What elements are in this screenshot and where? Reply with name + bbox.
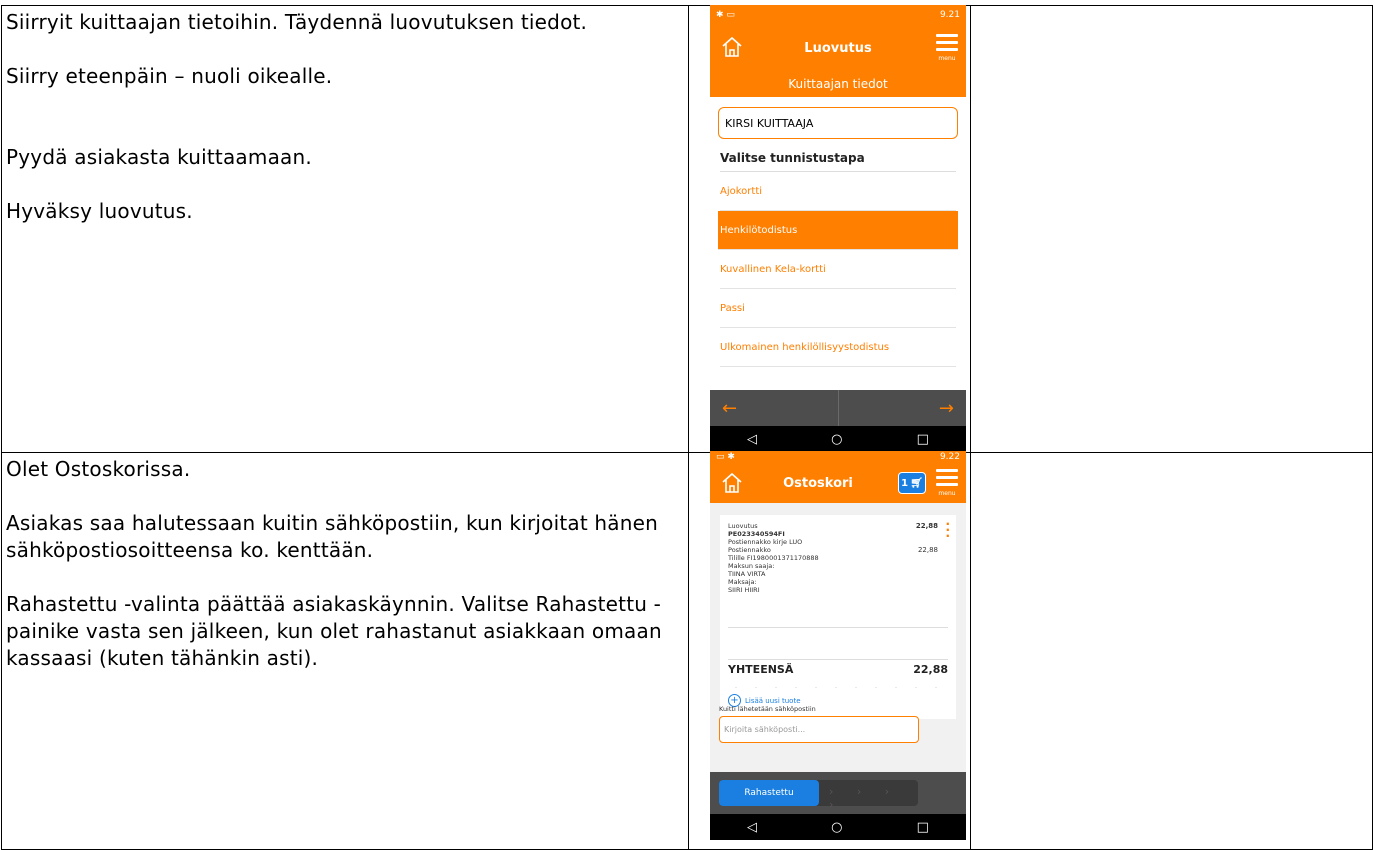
- system-home-icon[interactable]: ○: [831, 820, 842, 835]
- total-value: 22,88: [913, 663, 948, 676]
- instruction-text: Olet Ostoskorissa.: [6, 457, 191, 481]
- page-title: Luovutus: [804, 40, 872, 56]
- menu-label: menu: [938, 490, 956, 497]
- screenshot-cell-1: ✱ ▭ 9.21 Luovutus menu Kuittaajan tiedot…: [688, 5, 971, 453]
- section-header: Kuittaajan tiedot: [710, 71, 966, 97]
- system-recents-icon[interactable]: □: [917, 820, 929, 835]
- arrow-right-icon[interactable]: →: [839, 390, 967, 426]
- instruction-row-1: Siirryit kuittaajan tietoihin. Täydennä …: [1, 5, 1373, 453]
- system-recents-icon[interactable]: □: [917, 432, 929, 447]
- status-time: 9.22: [939, 452, 960, 462]
- screenshot-cell-2: ▭ ✱ 9.22 Ostoskori 1 🛒︎ menu Luovutus PE…: [688, 451, 971, 850]
- status-bar: ▭ ✱ 9.22: [710, 451, 966, 463]
- id-option-kela-kortti[interactable]: Kuvallinen Kela-kortti: [720, 250, 956, 289]
- menu-label: menu: [938, 55, 956, 62]
- system-navigation: ◁ ○ □: [710, 814, 966, 840]
- receipt-line: Postiennakko: [728, 546, 771, 554]
- receipt-line: Postiennakko kirje LUO: [728, 538, 803, 546]
- receipt-line: PE023340594FI: [728, 530, 785, 538]
- home-icon[interactable]: [720, 35, 744, 59]
- instruction-text: Hyväksy luovutus.: [6, 199, 193, 223]
- instruction-text: Pyydä asiakasta kuittaamaan.: [6, 145, 312, 169]
- instruction-text: Rahastettu -valinta päättää asiakaskäynn…: [6, 592, 662, 670]
- cart-count: 1: [901, 477, 909, 489]
- signer-name-field[interactable]: KIRSI KUITTAAJA: [718, 107, 958, 139]
- home-icon[interactable]: [720, 471, 744, 495]
- receipt-torn-edge: [720, 685, 956, 695]
- empty-cell-1: [970, 5, 1373, 453]
- instruction-cell-2: Olet Ostoskorissa. Asiakas saa halutessa…: [1, 452, 689, 850]
- hamburger-menu-icon[interactable]: menu: [936, 469, 958, 497]
- system-home-icon[interactable]: ○: [831, 432, 842, 447]
- page-title: Ostoskori: [783, 475, 853, 491]
- rahastettu-button[interactable]: Rahastettu: [719, 780, 819, 806]
- receipt-line: Tilille FI1980001371170888: [728, 554, 819, 562]
- payment-bar: Rahastettu › › › ›: [710, 772, 966, 814]
- system-navigation: ◁ ○ □: [710, 426, 966, 452]
- step-navigation: ← →: [710, 390, 966, 426]
- instruction-text: Siirryit kuittaajan tietoihin. Täydennä …: [6, 10, 588, 34]
- instruction-text: Asiakas saa halutessaan kuitin sähköpost…: [6, 511, 659, 562]
- status-icons: ✱ ▭: [716, 10, 735, 20]
- email-input[interactable]: Kirjoita sähköposti...: [719, 716, 919, 743]
- receipt-line: Maksaja:: [728, 578, 757, 586]
- app-bar: Luovutus menu: [710, 25, 966, 71]
- id-option-ulkomainen[interactable]: Ulkomainen henkilöllisyystodistus: [720, 328, 956, 367]
- system-back-icon[interactable]: ◁: [747, 432, 757, 447]
- receipt-line: Maksun saaja:: [728, 562, 775, 570]
- id-option-henkilotodistus[interactable]: Henkilötodistus: [718, 211, 958, 250]
- kebab-menu-icon[interactable]: · · ·: [945, 518, 950, 542]
- cart-button[interactable]: 1 🛒︎: [898, 472, 926, 494]
- phone-screen-ostoskori: ▭ ✱ 9.22 Ostoskori 1 🛒︎ menu Luovutus PE…: [710, 451, 966, 840]
- hamburger-menu-icon[interactable]: menu: [936, 34, 958, 62]
- cart-icon: 🛒︎: [910, 477, 923, 489]
- receipt-line: SIIRI HIIRI: [728, 586, 760, 594]
- id-option-passi[interactable]: Passi: [720, 289, 956, 328]
- total-label: YHTEENSÄ: [728, 663, 794, 676]
- add-item-label: Lisää uusi tuote: [745, 696, 801, 705]
- instruction-table: Siirryit kuittaajan tietoihin. Täydennä …: [1, 5, 1373, 850]
- instruction-row-2: Olet Ostoskorissa. Asiakas saa halutessa…: [1, 451, 1373, 850]
- system-back-icon[interactable]: ◁: [747, 820, 757, 835]
- id-method-title: Valitse tunnistustapa: [720, 151, 956, 172]
- status-time: 9.21: [939, 10, 960, 20]
- line-amount: 22,88: [917, 546, 938, 554]
- pay-slider[interactable]: Rahastettu › › › ›: [719, 780, 918, 811]
- total-row: YHTEENSÄ 22,88: [728, 663, 948, 676]
- arrow-left-icon[interactable]: ←: [710, 390, 839, 426]
- empty-cell-2: [970, 452, 1373, 850]
- status-icons: ▭ ✱: [716, 452, 735, 462]
- item-amount: 22,88: [915, 522, 938, 530]
- status-bar: ✱ ▭ 9.21: [710, 5, 966, 25]
- receipt-line: TIINA VIRTA: [728, 570, 766, 578]
- instruction-text: Siirry eteenpäin – nuoli oikealle.: [6, 64, 333, 88]
- phone-screen-luovutus: ✱ ▭ 9.21 Luovutus menu Kuittaajan tiedot…: [710, 5, 966, 452]
- instruction-cell-1: Siirryit kuittaajan tietoihin. Täydennä …: [1, 5, 689, 453]
- chevron-right-icon: › › › ›: [829, 785, 900, 811]
- app-bar: Ostoskori 1 🛒︎ menu: [710, 463, 966, 503]
- id-option-ajokortti[interactable]: Ajokortti: [720, 172, 956, 211]
- email-label: Kuitti lähetetään sähköpostiin: [719, 705, 816, 713]
